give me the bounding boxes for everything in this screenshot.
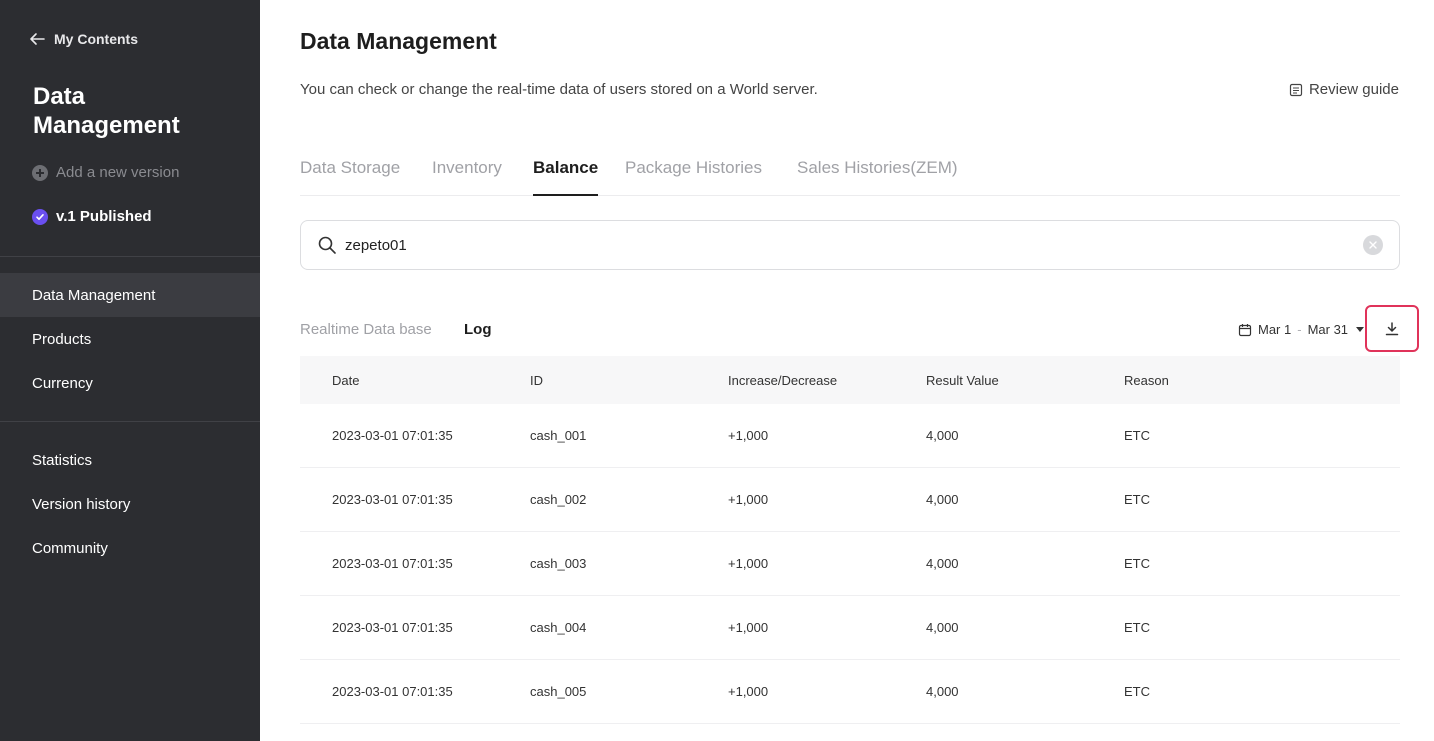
page-description: You can check or change the real-time da… bbox=[300, 81, 818, 98]
header-date: Date bbox=[332, 372, 360, 388]
caret-down-icon bbox=[1356, 327, 1365, 332]
cell-increase-decrease: +1,000 bbox=[728, 620, 769, 635]
subtab-log[interactable]: Log bbox=[464, 321, 492, 338]
cell-id: cash_002 bbox=[530, 492, 587, 507]
cell-increase-decrease: +1,000 bbox=[728, 556, 769, 571]
back-label: My Contents bbox=[54, 31, 138, 47]
cell-date: 2023-03-01 07:01:35 bbox=[332, 684, 453, 699]
table-row: 2023-03-01 07:01:35 cash_002 +1,000 4,000 ET… bbox=[300, 468, 1400, 532]
cell-date: 2023-03-01 07:01:35 bbox=[332, 492, 453, 507]
table-header: Date ID Increase/Decrease Result Value R… bbox=[300, 356, 1400, 404]
cell-id: cash_001 bbox=[530, 428, 587, 443]
search-icon bbox=[318, 236, 336, 254]
header-id: ID bbox=[530, 372, 543, 388]
cell-id: cash_004 bbox=[530, 620, 587, 635]
sidebar-divider bbox=[0, 421, 260, 422]
add-version-label: Add a new version bbox=[56, 164, 180, 181]
back-to-my-contents[interactable]: My Contents bbox=[28, 30, 138, 48]
table-row: 2023-03-01 07:01:35 cash_004 +1,000 4,000 ET… bbox=[300, 596, 1400, 660]
sidebar-title: Data Management bbox=[33, 83, 180, 139]
tab-inventory[interactable]: Inventory bbox=[432, 158, 502, 196]
tab-package-histories[interactable]: Package Histories bbox=[625, 158, 762, 196]
header-result-value: Result Value bbox=[926, 372, 999, 388]
table-row: 2023-03-01 07:01:35 cash_003 +1,000 4,000 ET… bbox=[300, 532, 1400, 596]
cell-reason: ETC bbox=[1124, 428, 1150, 443]
date-separator: - bbox=[1297, 322, 1302, 337]
table-body: 2023-03-01 07:01:35 cash_001 +1,000 4,000 ET… bbox=[300, 404, 1400, 724]
cell-result-value: 4,000 bbox=[926, 556, 959, 571]
tab-bar: Data Storage Inventory Balance Package H… bbox=[300, 140, 1400, 196]
sidebar-item-version-history[interactable]: Version history bbox=[0, 482, 260, 526]
cell-id: cash_005 bbox=[530, 684, 587, 699]
date-end: Mar 31 bbox=[1307, 322, 1349, 337]
search-input[interactable] bbox=[345, 236, 1363, 254]
table-row: 2023-03-01 07:01:35 cash_005 +1,000 4,000 ET… bbox=[300, 660, 1400, 724]
balance-log-table: Date ID Increase/Decrease Result Value R… bbox=[300, 356, 1400, 724]
cell-result-value: 4,000 bbox=[926, 684, 959, 699]
page-title: Data Management bbox=[300, 28, 497, 54]
tab-data-storage[interactable]: Data Storage bbox=[300, 158, 400, 196]
tab-sales-histories[interactable]: Sales Histories(ZEM) bbox=[797, 158, 958, 196]
sidebar-divider bbox=[0, 256, 260, 257]
header-reason: Reason bbox=[1124, 372, 1169, 388]
version-status-label: v.1 Published bbox=[56, 208, 152, 225]
arrow-left-icon bbox=[30, 33, 45, 45]
cell-reason: ETC bbox=[1124, 556, 1150, 571]
sidebar-item-statistics[interactable]: Statistics bbox=[0, 438, 260, 482]
calendar-icon bbox=[1238, 323, 1252, 336]
cell-result-value: 4,000 bbox=[926, 620, 959, 635]
cell-increase-decrease: +1,000 bbox=[728, 684, 769, 699]
download-icon bbox=[1385, 321, 1399, 335]
date-start: Mar 1 bbox=[1258, 322, 1292, 337]
cell-date: 2023-03-01 07:01:35 bbox=[332, 620, 453, 635]
add-version-button[interactable]: Add a new version bbox=[32, 164, 179, 181]
cell-id: cash_003 bbox=[530, 556, 587, 571]
check-circle-icon bbox=[32, 208, 48, 225]
version-status[interactable]: v.1 Published bbox=[32, 208, 152, 225]
cell-reason: ETC bbox=[1124, 684, 1150, 699]
review-guide-link[interactable]: Review guide bbox=[1289, 81, 1399, 98]
clear-icon bbox=[1369, 241, 1377, 249]
download-button[interactable] bbox=[1365, 305, 1419, 352]
sidebar-item-community[interactable]: Community bbox=[0, 526, 260, 570]
cell-result-value: 4,000 bbox=[926, 492, 959, 507]
header-increase-decrease: Increase/Decrease bbox=[728, 372, 838, 388]
cell-increase-decrease: +1,000 bbox=[728, 492, 769, 507]
search-box bbox=[300, 220, 1400, 270]
cell-date: 2023-03-01 07:01:35 bbox=[332, 428, 453, 443]
tab-balance[interactable]: Balance bbox=[533, 158, 599, 196]
cell-result-value: 4,000 bbox=[926, 428, 959, 443]
subtab-realtime-database[interactable]: Realtime Data base bbox=[300, 321, 432, 338]
cell-increase-decrease: +1,000 bbox=[728, 428, 769, 443]
date-range-picker[interactable]: Mar 1 - Mar 31 bbox=[1238, 322, 1365, 337]
sidebar-item-data-management[interactable]: Data Management bbox=[0, 273, 260, 317]
sidebar-item-products[interactable]: Products bbox=[0, 317, 260, 361]
document-icon bbox=[1289, 83, 1303, 96]
cell-reason: ETC bbox=[1124, 620, 1150, 635]
cell-reason: ETC bbox=[1124, 492, 1150, 507]
plus-circle-icon bbox=[32, 164, 48, 181]
table-row: 2023-03-01 07:01:35 cash_001 +1,000 4,000 ET… bbox=[300, 404, 1400, 468]
sidebar-item-currency[interactable]: Currency bbox=[0, 361, 260, 405]
cell-date: 2023-03-01 07:01:35 bbox=[332, 556, 453, 571]
review-guide-label: Review guide bbox=[1308, 81, 1399, 98]
clear-search-button[interactable] bbox=[1363, 235, 1383, 255]
sidebar: My Contents Data Management Add a new ve… bbox=[0, 0, 260, 741]
